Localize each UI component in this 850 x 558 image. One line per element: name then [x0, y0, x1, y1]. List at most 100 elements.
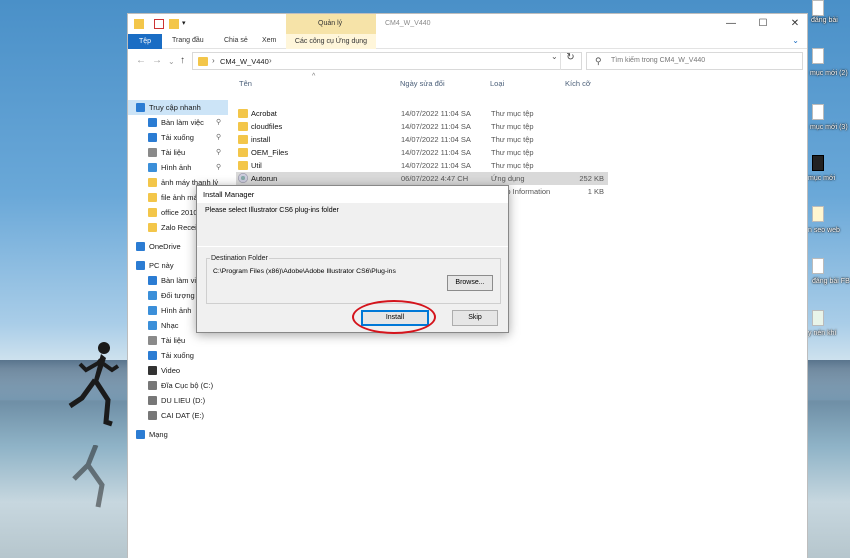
sidebar-item[interactable]: Tải xuống [128, 348, 228, 363]
sidebar-item[interactable]: Video [128, 363, 228, 378]
tab-application-tools[interactable]: Các công cụ Ứng dụng [286, 34, 376, 49]
desktop-file-icon[interactable] [812, 155, 824, 171]
recent-dropdown-icon[interactable]: ⌄ [168, 57, 175, 66]
folder-icon [238, 109, 248, 118]
refresh-button[interactable]: ↻ [560, 52, 580, 70]
file-row[interactable]: cloudfiles 14/07/2022 11:04 SA Thư mục tệp [236, 120, 608, 133]
tab-file[interactable]: Tệp [128, 34, 162, 49]
file-name: cloudfiles [251, 122, 283, 131]
network-icon [136, 430, 145, 439]
file-row[interactable]: Acrobat 14/07/2022 11:04 SA Thư mục tệp [236, 107, 608, 120]
desktop-label[interactable]: y nén khí [808, 330, 836, 337]
runner-silhouette [68, 342, 120, 427]
pin-icon: ⚲ [216, 119, 222, 126]
address-bar: ← → ⌄ ↑ › CM4_W_V440 › ⌄ ↻ ⚲ Tìm kiếm tr… [128, 49, 807, 73]
back-button[interactable]: ← [136, 55, 146, 66]
file-date: 14/07/2022 11:04 SA [401, 109, 471, 118]
file-row[interactable]: Util 14/07/2022 11:04 SA Thư mục tệp [236, 159, 608, 172]
folder-icon [238, 161, 248, 170]
sidebar-item[interactable]: Hình ảnh ⚲ [128, 160, 228, 175]
forward-button[interactable]: → [152, 55, 162, 66]
breadcrumb[interactable]: CM4_W_V440 [220, 57, 269, 66]
desktop-label[interactable]: mục mới (3) [810, 124, 848, 131]
file-date: 14/07/2022 11:04 SA [401, 161, 471, 170]
file-row[interactable]: install 14/07/2022 11:04 SA Thư mục tệp [236, 133, 608, 146]
sidebar-item-label: DU LIEU (D:) [161, 396, 206, 405]
desktop-label[interactable]: đăng bài FB [812, 278, 850, 285]
properties-icon[interactable] [154, 19, 164, 29]
file-date: 14/07/2022 11:04 SA [401, 148, 471, 157]
column-size[interactable]: Kích cỡ [565, 79, 591, 88]
breadcrumb-chevron-icon[interactable]: › [212, 56, 215, 65]
column-name[interactable]: Tên [239, 79, 252, 88]
skip-button[interactable]: Skip [452, 310, 498, 326]
sidebar-item-label: office 2010 [161, 208, 198, 217]
sidebar-item[interactable]: Tài liệu [128, 333, 228, 348]
desktop-shortcut-icon[interactable] [812, 0, 824, 16]
sidebar-item[interactable]: Đĩa Cục bộ (C:) [128, 378, 228, 393]
search-input[interactable]: ⚲ Tìm kiếm trong CM4_W_V440 [586, 52, 803, 70]
column-date[interactable]: Ngày sửa đổi [400, 79, 445, 88]
drive-icon [148, 411, 157, 420]
sidebar-item[interactable]: Tải xuống ⚲ [128, 130, 228, 145]
desktop-file-icon[interactable] [812, 48, 824, 64]
breadcrumb-chevron-icon[interactable]: › [269, 56, 272, 65]
desktop-icon [148, 118, 157, 127]
up-button[interactable]: ↑ [180, 55, 185, 66]
desktop-folder-icon[interactable] [812, 206, 824, 222]
column-header-row: ^ Tên Ngày sửa đổi Loại Kích cỡ [228, 73, 807, 93]
folder-icon [148, 223, 157, 232]
sidebar-item-label: CAI DAT (E:) [161, 411, 205, 420]
context-group-label: Quản lý [318, 20, 343, 27]
sidebar-item-label: Tải xuống [161, 133, 194, 142]
desktop-file-icon[interactable] [812, 310, 824, 326]
minimize-button[interactable]: — [724, 18, 738, 30]
download-icon [148, 351, 157, 360]
sidebar-item[interactable]: CAI DAT (E:) [128, 408, 228, 423]
sidebar-item-label: PC này [149, 261, 174, 270]
address-input[interactable]: › CM4_W_V440 › [192, 52, 582, 70]
folder-icon [148, 208, 157, 217]
expand-ribbon-icon[interactable]: ⌄ [792, 36, 799, 45]
file-type: Thư mục tệp [491, 109, 534, 118]
sidebar-item[interactable]: Tài liệu ⚲ [128, 145, 228, 160]
column-type[interactable]: Loại [490, 79, 504, 88]
file-date: 14/07/2022 11:04 SA [401, 122, 471, 131]
title-bar: ▾ Quản lý CM4_W_V440 — ☐ ✕ [128, 14, 807, 34]
dialog-title-bar: Install Manager [197, 186, 508, 203]
folder-icon [134, 19, 144, 29]
file-row[interactable]: OEM_Files 14/07/2022 11:04 SA Thư mục tệp [236, 146, 608, 159]
desktop-file-icon[interactable] [812, 258, 824, 274]
runner-reflection [72, 445, 105, 508]
desktop-label[interactable]: mục mới [808, 175, 835, 182]
search-placeholder: Tìm kiếm trong CM4_W_V440 [611, 57, 706, 64]
tab-share[interactable]: Chia sẻ [224, 37, 248, 44]
desktop-file-icon[interactable] [812, 104, 824, 120]
file-type: Ứng dụng [491, 174, 525, 183]
file-row[interactable]: Autorun 06/07/2022 4:47 CH Ứng dụng 252 KB [236, 172, 608, 185]
desktop-label[interactable]: đăng bài [811, 17, 838, 24]
sidebar-item[interactable]: Bàn làm việc ⚲ [128, 115, 228, 130]
sidebar-item-label: Tài liệu [161, 336, 186, 345]
address-dropdown-icon[interactable]: ⌄ [551, 52, 558, 61]
desktop-label[interactable]: n seo web [808, 227, 840, 234]
file-date: 14/07/2022 11:04 SA [401, 135, 471, 144]
quick-access-dropdown-icon[interactable]: ▾ [182, 19, 192, 29]
new-folder-icon[interactable] [169, 19, 179, 29]
close-button[interactable]: ✕ [788, 18, 802, 30]
sort-ascending-icon: ^ [312, 73, 316, 80]
sidebar-item[interactable]: Mạng [128, 427, 228, 442]
folder-icon [238, 148, 248, 157]
destination-path: C:\Program Files (x86)\Adobe\Adobe Illus… [213, 268, 396, 275]
tab-view[interactable]: Xem [262, 37, 276, 44]
download-icon [148, 133, 157, 142]
browse-button[interactable]: Browse... [447, 275, 493, 291]
desktop-label[interactable]: mục mới (2) [810, 70, 848, 77]
sidebar-item[interactable]: DU LIEU (D:) [128, 393, 228, 408]
sidebar-item-label: Tải xuống [161, 351, 194, 360]
sidebar-item-label: Video [161, 366, 181, 375]
tab-home[interactable]: Trang đầu [172, 37, 204, 44]
sidebar-item-label: Nhạc [161, 321, 179, 330]
sidebar-item[interactable]: Truy cập nhanh [128, 100, 228, 115]
maximize-button[interactable]: ☐ [756, 18, 770, 30]
